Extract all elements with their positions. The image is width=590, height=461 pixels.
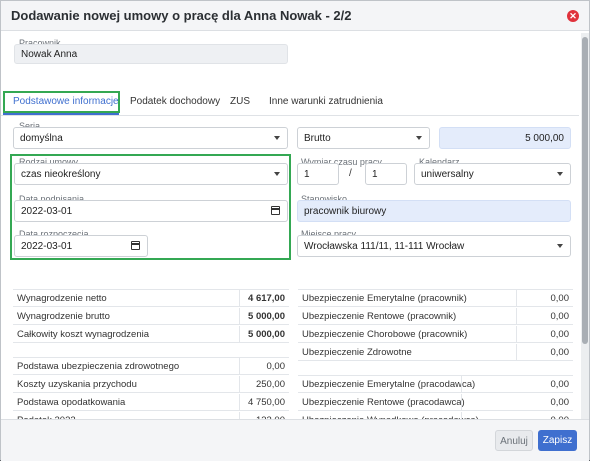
chevron-down-icon bbox=[274, 172, 280, 176]
worktime-numerator-input[interactable]: 1 bbox=[297, 163, 339, 185]
table-row: Podstawa ubezpieczenia zdrowotnego 0,00 bbox=[13, 358, 289, 375]
tab-highlight-frame bbox=[3, 91, 120, 113]
signed-date-value: 2022-03-01 bbox=[21, 206, 73, 217]
table-row: Ubezpieczenie Rentowe (pracownik) 0,00 bbox=[298, 308, 573, 325]
employee-value: Nowak Anna bbox=[21, 49, 78, 60]
dialog-title: Dodawanie nowej umowy o pracę dla Anna N… bbox=[11, 8, 352, 23]
gross-type-value: Brutto bbox=[304, 133, 331, 144]
tab-zus[interactable]: ZUS bbox=[230, 96, 250, 107]
table-row: Koszty uzyskania przychodu 250,00 bbox=[13, 376, 289, 393]
tab-other-conditions[interactable]: Inne warunki zatrudnienia bbox=[269, 96, 383, 107]
table-row: Ubezpieczenie Emerytalne (pracodawca) 0,… bbox=[298, 376, 573, 393]
table-row: Ubezpieczenie Emerytalne (pracownik) 0,0… bbox=[298, 290, 573, 307]
contract-type-value: czas nieokreślony bbox=[21, 169, 101, 180]
scrollbar-thumb[interactable] bbox=[582, 37, 588, 344]
table-row: Wynagrodzenie brutto 5 000,00 bbox=[13, 308, 289, 325]
gross-type-select[interactable]: Brutto bbox=[297, 127, 430, 149]
calendar-icon[interactable] bbox=[271, 206, 280, 215]
table-row: Całkowity koszt wynagrodzenia 5 000,00 bbox=[13, 326, 289, 343]
table-row: Ubezpieczenie Chorobowe (pracownik) 0,00 bbox=[298, 326, 573, 343]
scrollbar[interactable] bbox=[581, 33, 589, 419]
calendar-icon[interactable] bbox=[131, 241, 140, 250]
dialog-footer: Anuluj Zapisz bbox=[1, 419, 589, 461]
employee-insurance-table: Ubezpieczenie Emerytalne (pracownik) 0,0… bbox=[298, 289, 573, 361]
employer-insurance-table: Ubezpieczenie Emerytalne (pracodawca) 0,… bbox=[298, 375, 573, 429]
table-row: Wynagrodzenie netto 4 617,00 bbox=[13, 290, 289, 307]
seria-value: domyślna bbox=[20, 133, 63, 144]
save-button[interactable]: Zapisz bbox=[538, 430, 577, 451]
amount-value: 5 000,00 bbox=[525, 133, 564, 144]
calendar-select[interactable]: uniwersalny bbox=[414, 163, 571, 185]
close-icon[interactable]: ✕ bbox=[567, 10, 579, 22]
workplace-select[interactable]: Wrocławska 111/11, 11-111 Wrocław bbox=[297, 235, 571, 257]
position-input[interactable]: pracownik biurowy bbox=[297, 200, 571, 222]
worktime-slash: / bbox=[349, 168, 352, 179]
dialog-titlebar: Dodawanie nowej umowy o pracę dla Anna N… bbox=[1, 1, 589, 31]
table-row: Ubezpieczenie Rentowe (pracodawca) 0,00 bbox=[298, 394, 573, 411]
chevron-down-icon bbox=[274, 136, 280, 140]
employee-field: Nowak Anna bbox=[14, 44, 288, 64]
contract-type-select[interactable]: czas nieokreślony bbox=[14, 163, 288, 185]
signed-date-input[interactable]: 2022-03-01 bbox=[14, 200, 288, 222]
chevron-down-icon bbox=[416, 136, 422, 140]
chevron-down-icon bbox=[557, 172, 563, 176]
start-date-input[interactable]: 2022-03-01 bbox=[14, 235, 148, 257]
contract-dialog: Dodawanie nowej umowy o pracę dla Anna N… bbox=[0, 0, 590, 461]
tax-details-table: Podstawa ubezpieczenia zdrowotnego 0,00 … bbox=[13, 357, 289, 429]
worktime-denominator-input[interactable]: 1 bbox=[365, 163, 407, 185]
amount-input[interactable]: 5 000,00 bbox=[439, 127, 571, 149]
worktime-denominator-value: 1 bbox=[372, 169, 378, 180]
seria-select[interactable]: domyślna bbox=[13, 127, 288, 149]
table-row: Ubezpieczenie Zdrowotne 0,00 bbox=[298, 344, 573, 361]
calendar-value: uniwersalny bbox=[421, 169, 474, 180]
table-row: Podstawa opodatkowania 4 750,00 bbox=[13, 394, 289, 411]
cancel-button[interactable]: Anuluj bbox=[495, 430, 533, 451]
worktime-numerator-value: 1 bbox=[304, 169, 310, 180]
position-value: pracownik biurowy bbox=[304, 206, 387, 217]
chevron-down-icon bbox=[557, 244, 563, 248]
workplace-value: Wrocławska 111/11, 11-111 Wrocław bbox=[304, 241, 465, 252]
start-date-value: 2022-03-01 bbox=[21, 241, 73, 252]
salary-summary-table: Wynagrodzenie netto 4 617,00 Wynagrodzen… bbox=[13, 289, 289, 343]
active-tab-underline bbox=[3, 113, 119, 115]
tab-income-tax[interactable]: Podatek dochodowy bbox=[130, 96, 220, 107]
